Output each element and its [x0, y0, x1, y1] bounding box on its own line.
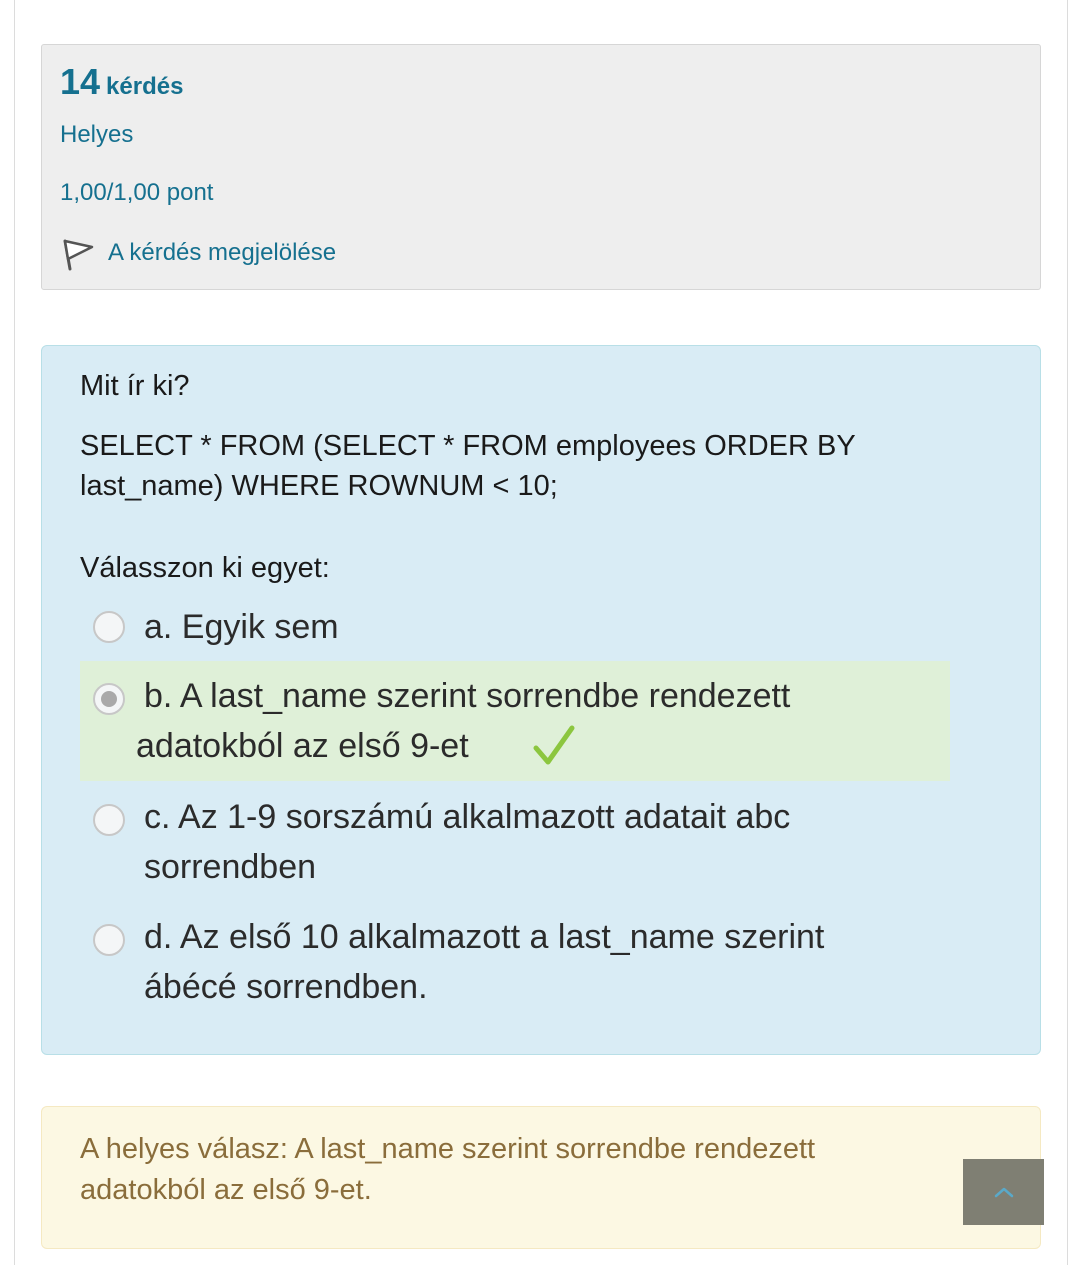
back-to-top-button[interactable]: [963, 1159, 1044, 1225]
answer-option-c-label: c. Az 1-9 sorszámú alkalmazott adatait a…: [144, 798, 791, 886]
choose-one-label: Válasszon ki egyet:: [80, 552, 330, 584]
question-info-panel: 14 kérdés Helyes 1,00/1,00 pont A kérdés …: [41, 44, 1041, 290]
question-number-value: 14: [60, 61, 101, 102]
question-prompt: Mit ír ki?: [80, 370, 190, 402]
answer-option-a[interactable]: a. Egyik sem: [80, 602, 950, 652]
answer-option-a-label: a. Egyik sem: [144, 608, 339, 646]
answer-option-d-label: d. Az első 10 alkalmazott a last_name sz…: [144, 918, 825, 1006]
radio-button-d[interactable]: [93, 924, 125, 956]
answer-option-b[interactable]: b. A last_name szerint sorrendbe rendeze…: [80, 661, 950, 781]
check-icon: [533, 725, 575, 765]
flag-question-label: A kérdés megjelölése: [108, 239, 337, 266]
question-sql: SELECT * FROM (SELECT * FROM employees O…: [80, 430, 856, 502]
question-number: 14 kérdés: [60, 61, 183, 103]
answer-option-c[interactable]: c. Az 1-9 sorszámú alkalmazott adatait a…: [80, 792, 950, 892]
answer-option-d[interactable]: d. Az első 10 alkalmazott a last_name sz…: [80, 912, 950, 1012]
question-state: Helyes: [60, 121, 134, 148]
radio-button-a[interactable]: [93, 611, 125, 643]
chevron-up-icon: [994, 1187, 1013, 1198]
flag-icon: [63, 239, 94, 271]
right-answer-text: A helyes válasz: A last_name szerint sor…: [80, 1133, 816, 1206]
question-number-word: kérdés: [106, 73, 184, 100]
radio-button-b[interactable]: [93, 683, 125, 715]
question-grade: 1,00/1,00 pont: [60, 179, 214, 206]
right-answer-feedback: A helyes válasz: A last_name szerint sor…: [41, 1106, 1041, 1249]
flag-question-link[interactable]: A kérdés megjelölése: [60, 233, 336, 273]
question-content: Mit ír ki? SELECT * FROM (SELECT * FROM …: [41, 345, 1041, 1055]
radio-button-c[interactable]: [93, 804, 125, 836]
answer-option-b-label: b. A last_name szerint sorrendbe rendeze…: [136, 677, 791, 765]
